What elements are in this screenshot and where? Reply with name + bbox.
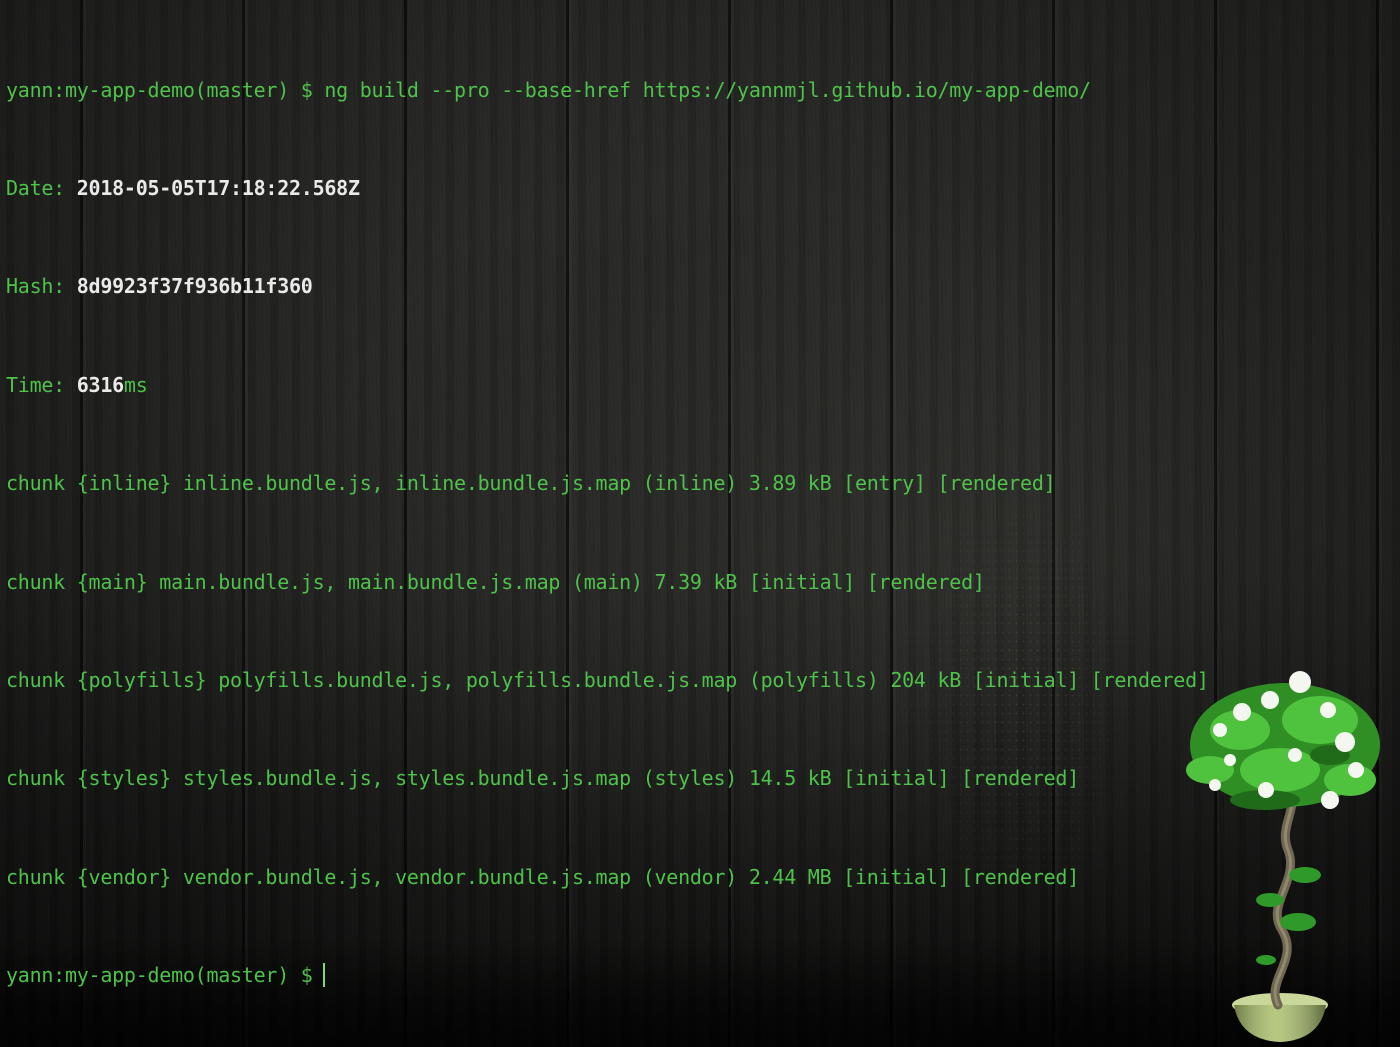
final-shell-prompt: yann:my-app-demo(master) $	[6, 963, 313, 988]
date-value: 2018-05-05T17:18:22.568Z	[76, 175, 360, 200]
time-line: Time: 6316ms	[6, 369, 1209, 402]
hash-line: Hash: 8d9923f37f936b11f360	[6, 270, 1209, 303]
chunk-line: chunk {polyfills} polyfills.bundle.js, p…	[6, 667, 1209, 692]
chunk-line: chunk {inline} inline.bundle.js, inline.…	[6, 471, 1056, 496]
date-line: Date: 2018-05-05T17:18:22.568Z	[6, 172, 1209, 205]
chunk-line: chunk {vendor} vendor.bundle.js, vendor.…	[6, 864, 1079, 889]
hash-label: Hash:	[6, 274, 77, 299]
final-prompt-line[interactable]: yann:my-app-demo(master) $	[6, 959, 1209, 992]
time-value: 6316	[76, 372, 124, 397]
build-command: ng build --pro --base-href https://yannm…	[324, 77, 1091, 102]
text-cursor	[322, 963, 325, 988]
shell-prompt: yann:my-app-demo(master) $	[6, 77, 325, 102]
chunk-line: chunk {styles} styles.bundle.js, styles.…	[6, 766, 1079, 791]
hash-value: 8d9923f37f936b11f360	[76, 274, 313, 299]
time-unit: ms	[123, 372, 148, 397]
time-label: Time:	[6, 372, 77, 397]
chunk-line: chunk {main} main.bundle.js, main.bundle…	[6, 569, 985, 594]
date-label: Date:	[6, 175, 77, 200]
command-line: yann:my-app-demo(master) $ ng build --pr…	[6, 74, 1209, 107]
terminal-window[interactable]: yann:my-app-demo(master) $ ng build --pr…	[0, 0, 1400, 1047]
terminal-output[interactable]: yann:my-app-demo(master) $ ng build --pr…	[6, 8, 1209, 1047]
